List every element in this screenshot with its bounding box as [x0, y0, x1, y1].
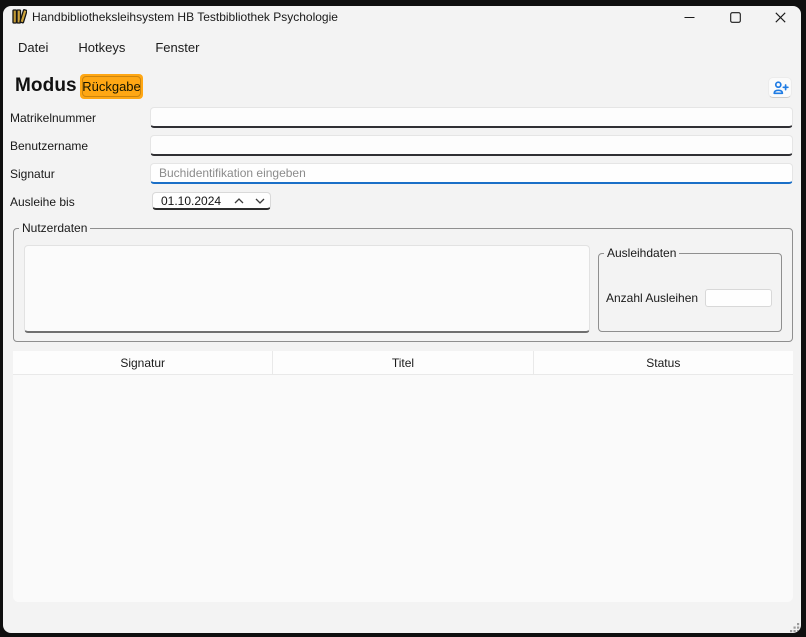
- menu-item-datei[interactable]: Datei: [3, 35, 63, 61]
- close-button[interactable]: [758, 6, 801, 28]
- close-icon: [775, 12, 786, 23]
- results-table: Signatur Titel Status: [13, 351, 793, 602]
- benutzername-label: Benutzername: [10, 139, 88, 153]
- mode-badge: Rückgabe: [80, 74, 143, 99]
- ausleihe-bis-datepicker[interactable]: 01.10.2024: [152, 192, 271, 210]
- menu-item-hotkeys[interactable]: Hotkeys: [63, 35, 140, 61]
- maximize-icon: [730, 12, 741, 23]
- menu-item-fenster[interactable]: Fenster: [140, 35, 214, 61]
- ausleihdaten-groupbox: Ausleihdaten Anzahl Ausleihen: [598, 253, 782, 332]
- column-header-status[interactable]: Status: [533, 351, 793, 374]
- signatur-label: Signatur: [10, 167, 55, 181]
- chevron-down-icon: [255, 198, 265, 204]
- anzahl-ausleihen-label: Anzahl Ausleihen: [606, 291, 698, 305]
- menu-bar: Datei Hotkeys Fenster: [3, 34, 214, 62]
- column-header-titel[interactable]: Titel: [272, 351, 532, 374]
- window-title: Handbibliotheksleihsystem HB Testbibliot…: [32, 9, 338, 25]
- ausleihdaten-group-label: Ausleihdaten: [604, 246, 679, 261]
- nutzerdaten-textarea[interactable]: [24, 245, 590, 333]
- resize-grip[interactable]: [790, 623, 800, 633]
- app-window: Handbibliotheksleihsystem HB Testbibliot…: [3, 6, 801, 633]
- anzahl-ausleihen-input[interactable]: [705, 289, 772, 307]
- date-decrement-button[interactable]: [249, 193, 270, 208]
- app-books-icon: [12, 8, 27, 25]
- maximize-button[interactable]: [713, 6, 757, 28]
- benutzername-input[interactable]: [150, 135, 793, 156]
- ausleihe-bis-label: Ausleihe bis: [10, 195, 75, 209]
- table-header-row: Signatur Titel Status: [13, 351, 793, 375]
- date-increment-button[interactable]: [228, 193, 249, 208]
- signatur-input[interactable]: [150, 163, 793, 184]
- mode-heading: Modus: [15, 75, 77, 97]
- matrikelnummer-input[interactable]: [150, 107, 793, 128]
- title-bar[interactable]: Handbibliotheksleihsystem HB Testbibliot…: [3, 6, 801, 36]
- nutzerdaten-groupbox: Nutzerdaten Ausleihdaten Anzahl Ausleihe…: [13, 228, 793, 342]
- column-header-signatur[interactable]: Signatur: [13, 351, 272, 374]
- person-add-icon: [772, 81, 789, 95]
- minimize-icon: [684, 12, 695, 23]
- add-user-button[interactable]: [768, 77, 792, 98]
- nutzerdaten-group-label: Nutzerdaten: [19, 221, 90, 236]
- table-body: [13, 375, 793, 602]
- matrikelnummer-label: Matrikelnummer: [10, 111, 96, 125]
- chevron-up-icon: [234, 198, 244, 204]
- minimize-button[interactable]: [667, 6, 711, 28]
- date-value: 01.10.2024: [161, 194, 221, 208]
